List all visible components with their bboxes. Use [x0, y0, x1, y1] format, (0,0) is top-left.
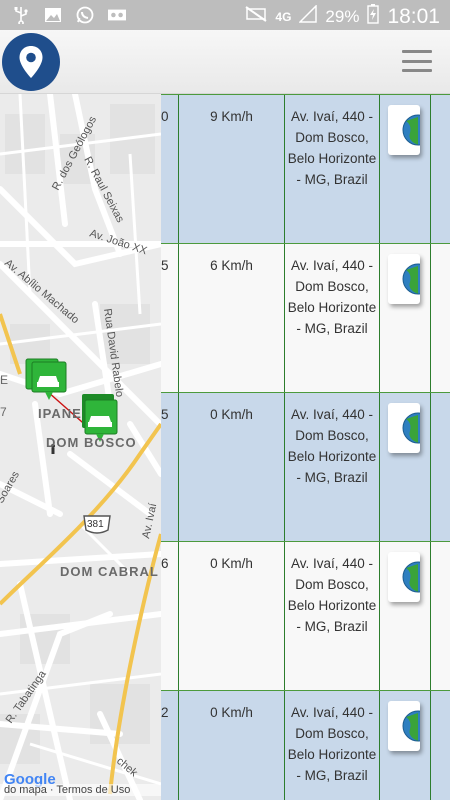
table-row[interactable]: 5 6 Km/h Av. Ivaí, 440 - Dom Bosco, Belo…	[161, 243, 450, 393]
globe-icon	[402, 114, 420, 146]
map-label: 7	[0, 405, 7, 419]
signal-icon	[298, 4, 318, 28]
mute-icon	[245, 6, 267, 27]
clock: 18:01	[387, 4, 440, 28]
map-label: E	[0, 373, 8, 387]
address-cell: Av. Ivaí, 440 - Dom Bosco, Belo Horizont…	[285, 691, 380, 800]
globe-map-button[interactable]	[388, 403, 420, 453]
speed-cell: 0 Km/h	[179, 542, 285, 691]
battery-level: 29%	[325, 6, 360, 26]
terms-link[interactable]: Termos de Uso	[56, 784, 130, 796]
map-view[interactable]: R. dos Geólogos R. Raul Seixas Av. João …	[0, 94, 161, 800]
hamburger-menu-icon[interactable]	[402, 50, 432, 72]
id-cell: 2	[161, 691, 179, 800]
globe-icon	[402, 710, 420, 742]
road-shield-label: 381	[87, 519, 104, 530]
battery-charging-icon	[367, 4, 380, 29]
globe-icon	[402, 412, 420, 444]
globe-icon	[402, 561, 420, 593]
globe-map-button[interactable]	[388, 105, 420, 155]
speed-cell: 0 Km/h	[179, 691, 285, 800]
globe-map-button[interactable]	[388, 701, 420, 751]
app-logo[interactable]	[2, 33, 60, 91]
id-cell: 5	[161, 244, 179, 393]
id-cell: 0	[161, 95, 179, 244]
table-row[interactable]: 6 0 Km/h Av. Ivaí, 440 - Dom Bosco, Belo…	[161, 541, 450, 691]
address-cell: Av. Ivaí, 440 - Dom Bosco, Belo Horizont…	[285, 542, 380, 691]
map-data-link[interactable]: do mapa	[4, 784, 47, 796]
table-row[interactable]: 0 9 Km/h Av. Ivaí, 440 - Dom Bosco, Belo…	[161, 94, 450, 244]
speed-cell: 6 Km/h	[179, 244, 285, 393]
map-label: DOM CABRAL	[60, 564, 159, 579]
whatsapp-icon	[76, 6, 94, 24]
table-row[interactable]: 5 0 Km/h Av. Ivaí, 440 - Dom Bosco, Belo…	[161, 392, 450, 542]
address-cell: Av. Ivaí, 440 - Dom Bosco, Belo Horizont…	[285, 244, 380, 393]
globe-map-button[interactable]	[388, 254, 420, 304]
status-bar: 4G 29% 18:01	[0, 0, 450, 30]
map-pin-icon	[19, 46, 43, 78]
map-attribution[interactable]: do mapa · Termos de Uso	[0, 784, 161, 796]
globe-map-button[interactable]	[388, 552, 420, 602]
globe-icon	[402, 263, 420, 295]
id-cell: 6	[161, 542, 179, 691]
image-icon	[44, 6, 62, 24]
voicemail-icon	[108, 6, 126, 24]
map-label: IPANE	[38, 406, 82, 421]
table-row[interactable]: 2 0 Km/h Av. Ivaí, 440 - Dom Bosco, Belo…	[161, 690, 450, 800]
app-bar	[0, 30, 450, 94]
address-cell: Av. Ivaí, 440 - Dom Bosco, Belo Horizont…	[285, 393, 380, 542]
speed-cell: 9 Km/h	[179, 95, 285, 244]
map-label: DOM BOSCO	[46, 435, 137, 450]
id-cell: 5	[161, 393, 179, 542]
network-type: 4G	[275, 9, 292, 24]
address-cell: Av. Ivaí, 440 - Dom Bosco, Belo Horizont…	[285, 95, 380, 244]
speed-cell: 0 Km/h	[179, 393, 285, 542]
location-history-table[interactable]: 0 9 Km/h Av. Ivaí, 440 - Dom Bosco, Belo…	[161, 94, 450, 800]
usb-icon	[12, 6, 30, 24]
